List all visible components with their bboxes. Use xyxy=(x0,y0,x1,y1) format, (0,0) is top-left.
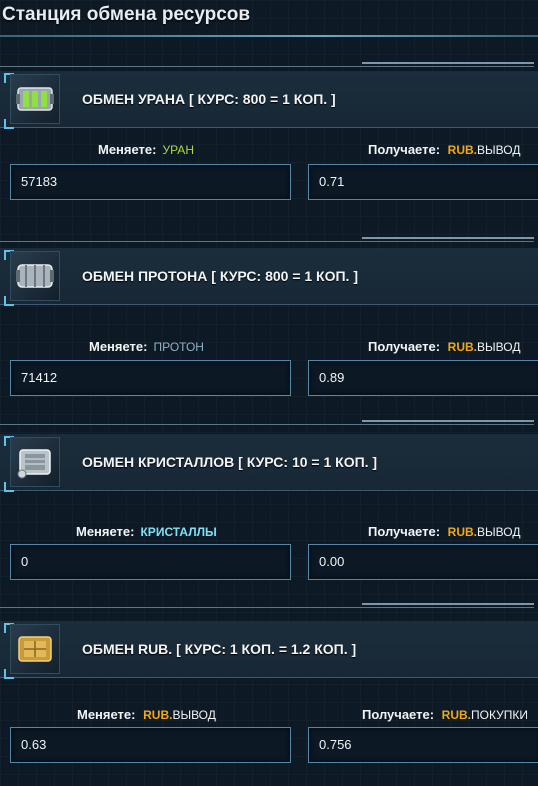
get-amount-field[interactable]: 0.00 xyxy=(308,544,538,580)
get-currency: RUB. xyxy=(447,143,478,157)
get-label: Получаете: xyxy=(368,524,441,539)
section-header: ОБМЕН КРИСТАЛЛОВ [ КУРС: 10 = 1 КОП. ] xyxy=(0,434,538,492)
uranium-container-icon xyxy=(16,87,54,111)
give-resource: КРИСТАЛЛЫ xyxy=(140,525,217,539)
get-suffix: ПОКУПКИ xyxy=(471,708,528,722)
get-currency: RUB. xyxy=(447,525,478,539)
give-label: Меняете: xyxy=(89,339,148,354)
get-label: Получаете: xyxy=(368,339,441,354)
resource-thumbnail xyxy=(4,71,64,129)
crystal-container-icon xyxy=(17,449,51,479)
gold-container-icon xyxy=(18,636,52,662)
resource-thumbnail xyxy=(4,248,64,306)
section-header: ОБМЕН УРАНА [ КУРС: 800 = 1 КОП. ] xyxy=(0,71,538,129)
resource-thumbnail xyxy=(4,434,64,492)
section-divider xyxy=(0,603,538,609)
give-amount-input[interactable]: 0.63 xyxy=(10,727,291,763)
get-currency: RUB. xyxy=(441,708,472,722)
give-amount-input[interactable]: 0 xyxy=(10,544,291,580)
get-label-row: Получаете: RUB.ВЫВОД xyxy=(368,142,520,157)
give-label: Меняете: xyxy=(76,524,135,539)
get-suffix: ВЫВОД xyxy=(477,525,521,539)
get-label: Получаете: xyxy=(362,707,435,722)
get-amount-field[interactable]: 0.756 xyxy=(308,727,538,763)
section-title: ОБМЕН КРИСТАЛЛОВ [ КУРС: 10 = 1 КОП. ] xyxy=(82,454,378,470)
get-label-row: Получаете: RUB.ПОКУПКИ xyxy=(362,707,528,722)
give-currency: RUB. xyxy=(143,708,173,722)
get-suffix: ВЫВОД xyxy=(477,143,521,157)
give-label-row: Меняете: КРИСТАЛЛЫ xyxy=(76,524,217,539)
exchange-section-proton: ОБМЕН ПРОТОНА [ КУРС: 800 = 1 КОП. ] Мен… xyxy=(0,237,538,396)
get-amount-field[interactable]: 0.89 xyxy=(308,360,538,396)
section-header: ОБМЕН ПРОТОНА [ КУРС: 800 = 1 КОП. ] xyxy=(0,248,538,306)
section-title: ОБМЕН УРАНА [ КУРС: 800 = 1 КОП. ] xyxy=(82,91,336,107)
exchange-section-crystals: ОБМЕН КРИСТАЛЛОВ [ КУРС: 10 = 1 КОП. ] М… xyxy=(0,420,538,580)
proton-container-icon xyxy=(16,264,54,288)
exchange-section-rub: ОБМЕН RUB. [ КУРС: 1 КОП. = 1.2 КОП. ] М… xyxy=(0,603,538,763)
section-header: ОБМЕН RUB. [ КУРС: 1 КОП. = 1.2 КОП. ] xyxy=(0,621,538,679)
get-label-row: Получаете: RUB.ВЫВОД xyxy=(368,524,520,539)
give-amount-input[interactable]: 71412 xyxy=(10,360,291,396)
give-amount-input[interactable]: 57183 xyxy=(10,164,291,200)
get-suffix: ВЫВОД xyxy=(477,340,521,354)
give-label-row: Меняете: УРАН xyxy=(98,142,194,157)
section-title: ОБМЕН ПРОТОНА [ КУРС: 800 = 1 КОП. ] xyxy=(82,268,358,284)
resource-thumbnail xyxy=(4,621,64,679)
get-label-row: Получаете: RUB.ВЫВОД xyxy=(368,339,520,354)
get-currency: RUB. xyxy=(447,340,478,354)
section-divider xyxy=(0,420,538,426)
give-label: Меняете: xyxy=(77,707,136,722)
give-resource: УРАН xyxy=(162,143,194,157)
section-divider xyxy=(0,62,538,68)
give-suffix: ВЫВОД xyxy=(172,708,216,722)
title-divider xyxy=(0,35,538,37)
give-label-row: Меняете: RUB.ВЫВОД xyxy=(77,707,216,722)
section-title: ОБМЕН RUB. [ КУРС: 1 КОП. = 1.2 КОП. ] xyxy=(82,641,357,657)
get-amount-field[interactable]: 0.71 xyxy=(308,164,538,200)
give-resource: ПРОТОН xyxy=(153,340,204,354)
give-label-row: Меняете: ПРОТОН xyxy=(89,339,204,354)
get-label: Получаете: xyxy=(368,142,441,157)
page-title: Станция обмена ресурсов xyxy=(2,4,251,25)
exchange-section-uranium: ОБМЕН УРАНА [ КУРС: 800 = 1 КОП. ] Меняе… xyxy=(0,62,538,212)
give-label: Меняете: xyxy=(98,142,157,157)
section-divider xyxy=(0,237,538,243)
